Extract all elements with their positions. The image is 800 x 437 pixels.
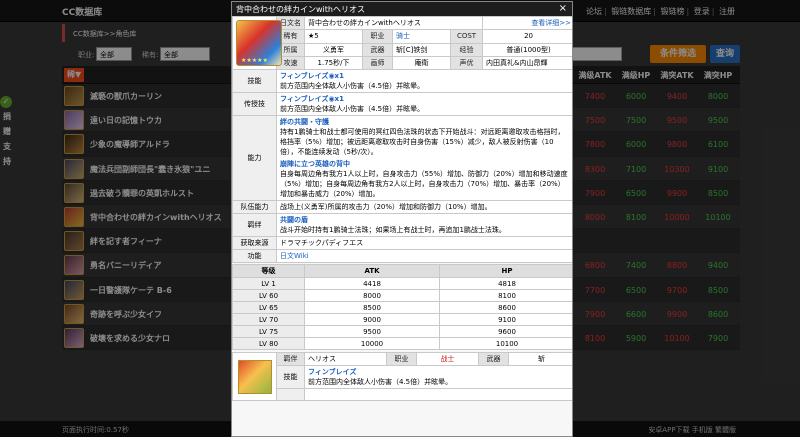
stats-head-level: 等级 <box>232 264 305 278</box>
close-icon[interactable]: × <box>559 3 567 14</box>
partner-job[interactable]: 战士 <box>416 352 479 366</box>
stats-head-hp: HP <box>439 264 572 278</box>
ability1-name: 絆の共闘・守護 <box>280 118 329 126</box>
stats-row: LV 1 4418 4818 <box>232 277 572 290</box>
partner-skill-label: 技能 <box>276 365 305 389</box>
partner-weapon: 斩 <box>508 352 572 366</box>
source-label: 获取来源 <box>232 236 277 250</box>
stats-level: LV 65 <box>232 301 305 314</box>
stats-level: LV 1 <box>232 277 305 290</box>
attack-speed-value: 1.75秒/下 <box>304 55 363 71</box>
exp-label: 经验 <box>449 42 484 57</box>
bond-label: 羁绊 <box>232 213 277 237</box>
ability2-name: 崩陣に立つ英雄の背中 <box>280 160 350 168</box>
partner-skill-desc: 前方范围内全体敌人小伤害（4.5倍）并眩晕。 <box>308 378 453 386</box>
exp-value: 普通(1000型) <box>482 42 572 57</box>
stats-level: LV 80 <box>232 337 305 350</box>
partner-label: 羁伴 <box>276 352 305 366</box>
skill-cell: フィンブレイズ◉x1 前方范围内全体敌人小伤害（4.5倍）并眩晕。 <box>275 69 572 93</box>
team-ability-label: 队伍能力 <box>232 200 277 214</box>
stats-atk: 9000 <box>304 313 440 326</box>
view-detail-link[interactable]: 查看详细>> <box>482 15 572 31</box>
partner-job-label: 职业 <box>386 352 417 366</box>
popup-title-bar: 背中合わせの絆カインwithヘリオス × <box>232 2 572 16</box>
cv-value: 内田真礼&内山昂輝 <box>482 55 572 71</box>
bond-name: 共闘の盾 <box>280 216 308 224</box>
illustrator-label: 画师 <box>362 55 393 71</box>
job-label: 职业 <box>362 29 393 44</box>
character-portrait-cell: ★★★★★ <box>232 16 282 70</box>
stats-atk: 4418 <box>304 277 440 290</box>
partner-portrait-cell <box>232 352 277 401</box>
inherit-label: 传授技 <box>232 92 277 116</box>
bond-cell: 共闘の盾 战斗开始时持有1鹏骑士法珠；如果场上有战士时，再追加1鹏战士法珠。 <box>275 213 572 237</box>
function-label: 功能 <box>232 249 277 263</box>
stats-hp: 8600 <box>439 301 572 314</box>
stats-row: LV 60 8000 8100 <box>232 289 572 302</box>
stats-atk: 8500 <box>304 301 440 314</box>
stats-row: LV 65 8500 8600 <box>232 301 572 314</box>
inherit-desc: 前方范围内全体敌人小伤害（4.5倍）并眩晕。 <box>280 105 425 113</box>
stats-level: LV 75 <box>232 325 305 338</box>
partner-spacer <box>304 388 572 401</box>
partner-skill-name: フィンブレイズ <box>308 368 357 376</box>
inherit-cell: フィンブレイズ◉x1 前方范围内全体敌人小伤害（4.5倍）并眩晕。 <box>275 92 572 116</box>
skill-desc: 前方范围内全体敌人小伤害（4.5倍）并眩晕。 <box>280 82 425 90</box>
jp-wiki-link[interactable]: 日文Wiki <box>275 249 572 263</box>
partner-name: ヘリオス <box>304 352 387 366</box>
weapon-text: 斩[C]铁剑 <box>396 45 428 54</box>
jp-name: 背中合わせの絆カインwithヘリオス <box>303 15 484 31</box>
ability2-desc: 自身每周边角有我方1人以上时，自身攻击力（55%）增加、防御力（20%）增加和移… <box>280 170 568 198</box>
skill-name: フィンブレイズ◉x1 <box>280 72 344 80</box>
partner-weapon-label: 武器 <box>478 352 509 366</box>
team-ability-desc: 战场上(义勇军)所属的攻击力（20%）增加和防御力（10%）增加。 <box>275 200 572 214</box>
stats-atk: 9500 <box>304 325 440 338</box>
source-value: ドラマチックパディフエス <box>275 236 572 250</box>
skill-label: 技能 <box>232 69 277 93</box>
character-portrait: ★★★★★ <box>236 20 282 66</box>
stats-level: LV 60 <box>232 289 305 302</box>
partner-skill-cell: フィンブレイズ 前方范围内全体敌人小伤害（4.5倍）并眩晕。 <box>304 365 572 389</box>
illustrator-value: 庵衛 <box>392 55 451 71</box>
stats-row: LV 80 10000 10100 <box>232 337 572 350</box>
job-value[interactable]: 骑士 <box>392 29 451 44</box>
ability1-desc: 持有1鹏骑士和战士都可使用的冥红四色法珠的状态下开始战斗：对远距离邀取攻击格挡时… <box>280 128 565 156</box>
stats-level: LV 70 <box>232 313 305 326</box>
stats-head-atk: ATK <box>304 264 440 278</box>
inherit-name: フィンブレイズ◉x1 <box>280 95 344 103</box>
character-info-table: ★★★★★ 日文名 背中合わせの絆カインwithヘリオス 查看详细>> 稀有 ★… <box>232 15 572 263</box>
character-detail-popup: 背中合わせの絆カインwithヘリオス × ★★★★★ 日文名 背中合わせの絆カイ… <box>231 1 573 437</box>
stats-hp: 10100 <box>439 337 572 350</box>
stats-hp: 4818 <box>439 277 572 290</box>
level-stats-table: 等级 ATK HP LV 1 4418 4818 LV 60 8000 8100 LV 65… <box>232 264 572 350</box>
ability-label: 能力 <box>232 115 277 201</box>
cv-label: 声优 <box>449 55 484 71</box>
partner-table: 羁伴 ヘリオス 职业 战士 武器 斩 技能 フィンブレイズ 前方范围内全体敌人小… <box>232 352 572 401</box>
bond-desc: 战斗开始时持有1鹏骑士法珠；如果场上有战士时，再追加1鹏战士法珠。 <box>280 226 506 234</box>
cost-value: 20 <box>482 29 572 44</box>
stats-row: LV 75 9500 9600 <box>232 325 572 338</box>
partner-spacer <box>276 388 305 401</box>
stats-hp: 9600 <box>439 325 572 338</box>
affiliation-value: 义勇军 <box>304 42 363 57</box>
stats-atk: 8000 <box>304 289 440 302</box>
rarity-value: ★5 <box>304 29 363 44</box>
ability-cell: 絆の共闘・守護 持有1鹏骑士和战士都可使用的冥红四色法珠的状态下开始战斗：对远距… <box>275 115 572 201</box>
stats-row: LV 70 9000 9100 <box>232 313 572 326</box>
weapon-label: 武器 <box>362 42 393 57</box>
partner-portrait <box>237 359 272 394</box>
weapon-value: 斩[C]铁剑 <box>392 42 451 57</box>
stats-hp: 8100 <box>439 289 572 302</box>
stats-atk: 10000 <box>304 337 440 350</box>
cost-label: COST <box>449 29 484 44</box>
popup-title: 背中合わせの絆カインwithヘリオス <box>236 5 365 14</box>
stats-hp: 9100 <box>439 313 572 326</box>
